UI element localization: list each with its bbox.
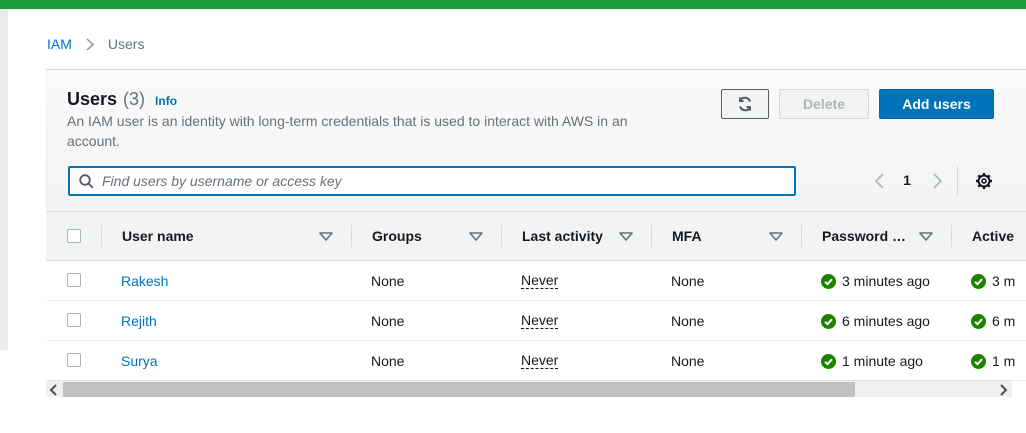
row-checkbox[interactable] bbox=[67, 353, 81, 367]
search-icon bbox=[79, 174, 94, 192]
table-row[interactable]: Rejith None Never None 6 minutes ago 6 m bbox=[46, 301, 1026, 341]
gear-icon bbox=[975, 172, 993, 190]
column-header-mfa[interactable]: MFA bbox=[672, 212, 702, 260]
page-description: An IAM user is an identity with long-ter… bbox=[67, 113, 628, 149]
chevron-right-icon bbox=[932, 173, 942, 189]
scroll-left-arrow-icon[interactable] bbox=[49, 383, 59, 399]
groups-cell: None bbox=[371, 273, 405, 289]
mfa-cell: None bbox=[671, 353, 705, 369]
column-header-groups[interactable]: Groups bbox=[372, 212, 422, 260]
sort-caret-icon[interactable] bbox=[919, 229, 933, 245]
last-activity-cell[interactable]: Never bbox=[521, 273, 559, 289]
active-key-cell: 3 m bbox=[971, 273, 1015, 289]
active-key-text: 1 m bbox=[992, 353, 1016, 369]
password-age-text: 3 minutes ago bbox=[842, 273, 930, 289]
table-settings-button[interactable] bbox=[973, 170, 995, 192]
previous-page-button[interactable] bbox=[869, 170, 889, 192]
check-circle-icon bbox=[821, 273, 836, 289]
table-header: User name Groups Last activity MFA Passw… bbox=[46, 211, 1026, 261]
groups-cell: None bbox=[371, 313, 405, 329]
check-circle-icon bbox=[971, 353, 986, 369]
refresh-button[interactable] bbox=[721, 89, 769, 119]
groups-cell: None bbox=[371, 353, 405, 369]
panel-header: Users (3) Info An IAM user is an identit… bbox=[46, 70, 1026, 211]
scroll-right-arrow-icon[interactable] bbox=[998, 383, 1008, 399]
column-header-last-activity[interactable]: Last activity bbox=[522, 212, 603, 260]
active-key-text: 6 m bbox=[992, 313, 1016, 329]
row-checkbox[interactable] bbox=[67, 273, 81, 287]
user-name-link[interactable]: Rejith bbox=[121, 313, 157, 329]
sort-caret-icon[interactable] bbox=[769, 229, 783, 245]
check-circle-icon bbox=[821, 313, 836, 329]
breadcrumb: IAM Users bbox=[47, 36, 144, 52]
table-row[interactable]: Surya None Never None 1 minute ago 1 m bbox=[46, 341, 1026, 381]
password-age-text: 1 minute ago bbox=[842, 353, 923, 369]
sort-caret-icon[interactable] bbox=[319, 229, 333, 245]
check-circle-icon bbox=[971, 273, 986, 289]
search-input[interactable] bbox=[102, 167, 782, 195]
mfa-cell: None bbox=[671, 273, 705, 289]
refresh-icon bbox=[737, 96, 753, 112]
search-box[interactable] bbox=[68, 166, 796, 196]
breadcrumb-current: Users bbox=[107, 36, 145, 52]
column-header-active-key[interactable]: Active bbox=[972, 212, 1014, 260]
users-table-panel: Users (3) Info An IAM user is an identit… bbox=[46, 69, 1026, 399]
mfa-cell: None bbox=[671, 313, 705, 329]
chevron-right-icon bbox=[86, 37, 94, 51]
active-key-text: 3 m bbox=[992, 273, 1016, 289]
delete-button[interactable]: Delete bbox=[779, 89, 869, 119]
row-checkbox[interactable] bbox=[67, 313, 81, 327]
sort-caret-icon[interactable] bbox=[619, 229, 633, 245]
user-name-link[interactable]: Surya bbox=[121, 353, 158, 369]
current-page-number[interactable]: 1 bbox=[895, 172, 919, 188]
column-divider bbox=[951, 225, 952, 247]
info-link[interactable]: Info bbox=[155, 94, 177, 108]
add-users-button[interactable]: Add users bbox=[879, 89, 994, 119]
password-age-cell: 6 minutes ago bbox=[821, 313, 930, 329]
column-divider bbox=[101, 225, 102, 247]
column-divider bbox=[351, 225, 352, 247]
user-count: (3) bbox=[123, 89, 146, 109]
next-page-button[interactable] bbox=[927, 170, 947, 192]
chevron-left-icon bbox=[874, 173, 884, 189]
password-age-cell: 3 minutes ago bbox=[821, 273, 930, 289]
password-age-cell: 1 minute ago bbox=[821, 353, 923, 369]
sort-caret-icon[interactable] bbox=[469, 229, 483, 245]
scrollbar-thumb[interactable] bbox=[63, 382, 855, 397]
horizontal-scrollbar[interactable] bbox=[46, 380, 1012, 397]
column-header-user-name[interactable]: User name bbox=[122, 212, 194, 260]
column-divider bbox=[651, 225, 652, 247]
title-row: Users (3) Info bbox=[67, 89, 177, 110]
table-row[interactable]: Rakesh None Never None 3 minutes ago 3 m bbox=[46, 261, 1026, 301]
column-header-password-age[interactable]: Password … bbox=[822, 212, 906, 260]
last-activity-cell[interactable]: Never bbox=[521, 313, 559, 329]
pager-divider bbox=[957, 166, 958, 196]
active-key-cell: 6 m bbox=[971, 313, 1015, 329]
password-age-text: 6 minutes ago bbox=[842, 313, 930, 329]
breadcrumb-iam-link[interactable]: IAM bbox=[47, 36, 72, 52]
check-circle-icon bbox=[971, 313, 986, 329]
top-status-bar bbox=[0, 0, 1026, 9]
select-all-checkbox[interactable] bbox=[67, 229, 81, 243]
check-circle-icon bbox=[821, 353, 836, 369]
active-key-cell: 1 m bbox=[971, 353, 1015, 369]
column-divider bbox=[501, 225, 502, 247]
last-activity-cell[interactable]: Never bbox=[521, 353, 559, 369]
column-divider bbox=[801, 225, 802, 247]
user-name-link[interactable]: Rakesh bbox=[121, 273, 168, 289]
side-navigation-rail[interactable] bbox=[0, 9, 8, 350]
page-title: Users bbox=[67, 89, 118, 109]
